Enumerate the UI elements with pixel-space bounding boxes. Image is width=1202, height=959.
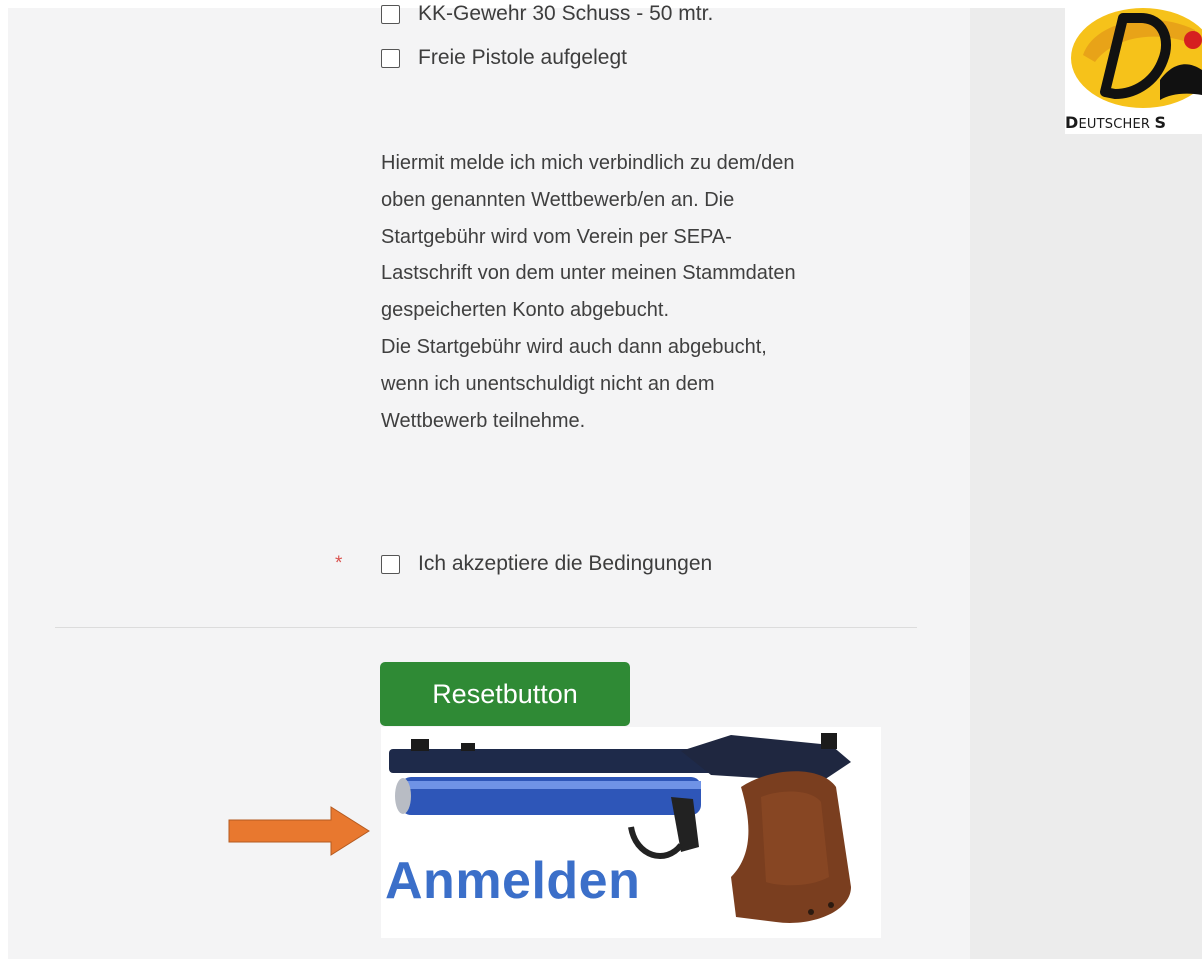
freie-pistole-checkbox[interactable]: [381, 48, 400, 68]
right-sidebar: [970, 8, 1202, 959]
terms-line: Die Startgebühr wird auch dann abgebucht…: [381, 335, 767, 358]
kk-gewehr-checkbox[interactable]: [381, 4, 400, 24]
accept-terms-checkbox[interactable]: [381, 554, 400, 574]
checkbox-row-kk-gewehr[interactable]: KK-Gewehr 30 Schuss - 50 mtr.: [381, 2, 713, 26]
anmelden-submit-image-button[interactable]: Anmelden: [381, 727, 881, 938]
terms-line: oben genannten Wettbewerb/en an. Die: [381, 188, 735, 211]
accept-terms-row[interactable]: Ich akzeptiere die Bedingungen: [381, 552, 712, 576]
kk-gewehr-label: KK-Gewehr 30 Schuss - 50 mtr.: [418, 2, 714, 25]
terms-line: Startgebühr wird vom Verein per SEPA-: [381, 225, 732, 248]
form-divider: [55, 627, 917, 628]
terms-line: gespeicherten Konto abgebucht.: [381, 299, 669, 322]
dsb-logo: DEUTSCHER S: [1065, 0, 1202, 134]
terms-line: Wettbewerb teilnehme.: [381, 409, 586, 432]
anmelden-label: Anmelden: [385, 852, 641, 910]
terms-line: Hiermit melde ich mich verbindlich zu de…: [381, 152, 795, 174]
terms-line: wenn ich unentschuldigt nicht an dem: [381, 372, 715, 395]
required-marker: *: [335, 553, 343, 574]
freie-pistole-label: Freie Pistole aufgelegt: [418, 46, 627, 69]
dsb-logo-graphic: [1065, 0, 1202, 110]
accept-terms-label: Ich akzeptiere die Bedingungen: [418, 552, 713, 575]
checkbox-row-freie-pistole[interactable]: Freie Pistole aufgelegt: [381, 46, 627, 70]
terms-text: Hiermit melde ich mich verbindlich zu de…: [381, 145, 941, 439]
reset-button[interactable]: Resetbutton: [380, 662, 630, 726]
dsb-logo-text: DEUTSCHER S: [1065, 113, 1167, 132]
orange-arrow-icon: [228, 806, 370, 856]
terms-line: Lastschrift von dem unter meinen Stammda…: [381, 262, 796, 285]
